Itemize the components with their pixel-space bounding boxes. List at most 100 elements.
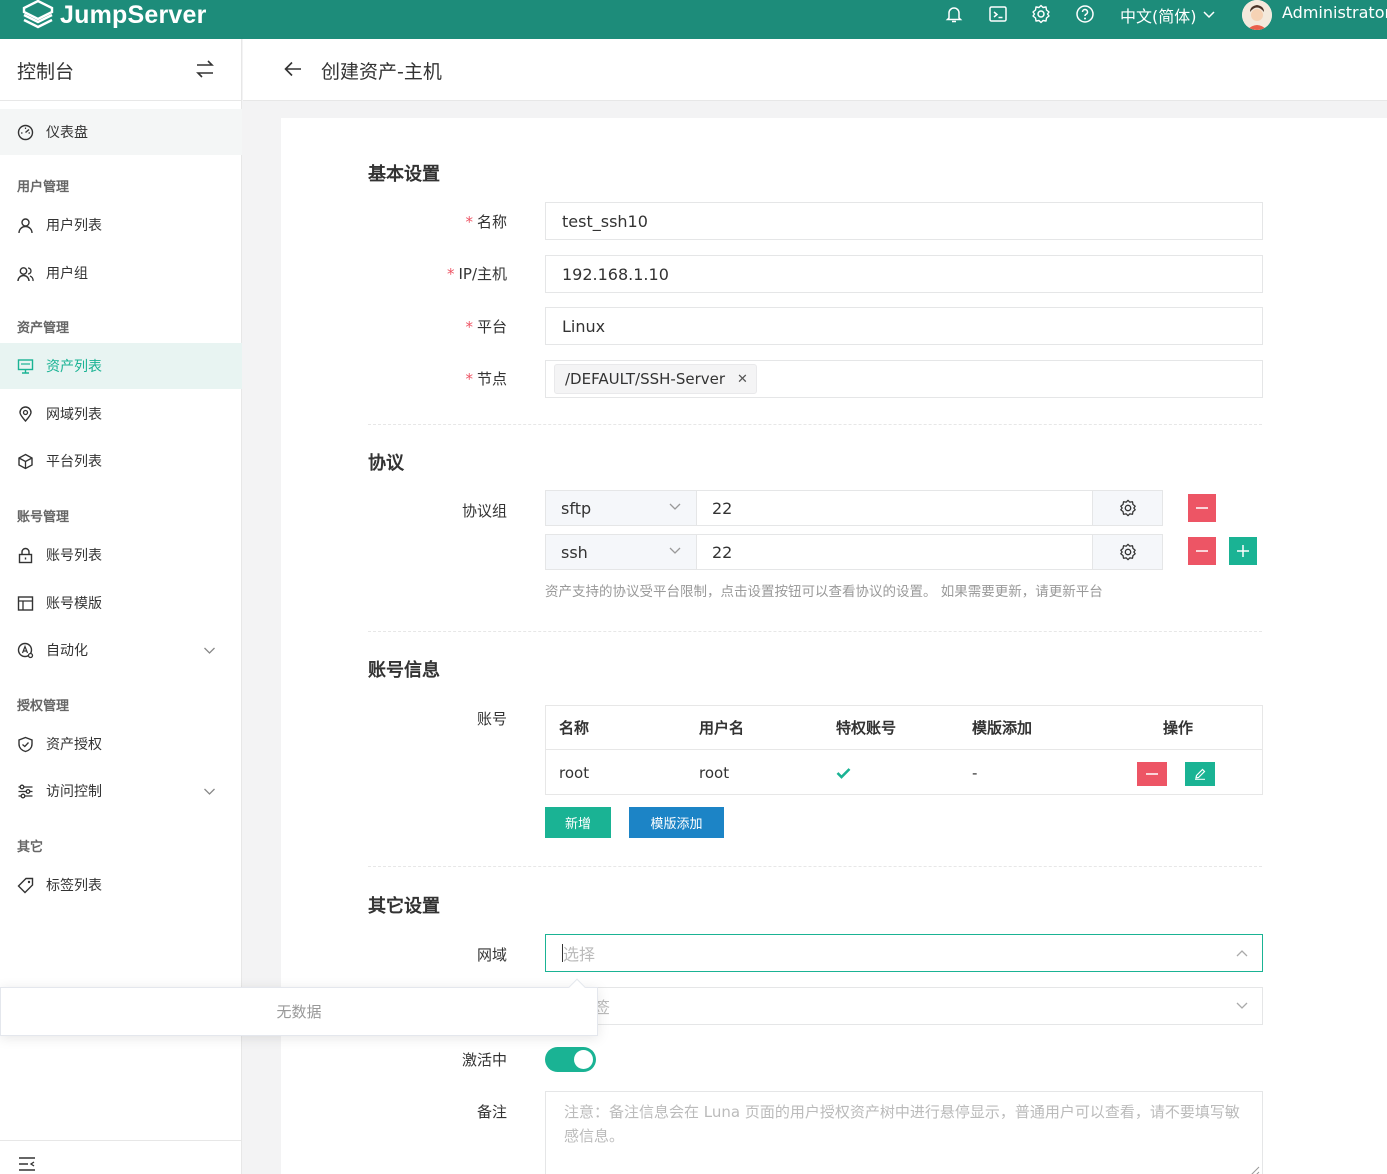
close-icon[interactable]: ✕	[737, 372, 748, 387]
sidebar-item-asset-perm[interactable]: 资产授权	[0, 721, 242, 767]
section-divider	[368, 631, 1262, 632]
delete-account-button[interactable]	[1137, 762, 1167, 786]
sidebar-item-automation[interactable]: 自动化	[0, 627, 242, 673]
sidebar-item-dashboard[interactable]: 仪表盘	[0, 109, 242, 155]
sidebar-item-label: 访问控制	[46, 784, 102, 800]
sidebar-item-label: 平台列表	[46, 454, 102, 470]
sidebar-item-platform-list[interactable]: 平台列表	[0, 438, 242, 484]
ip-label: * IP/主机	[446, 265, 507, 283]
sidebar-item-label: 用户列表	[46, 218, 102, 234]
name-input[interactable]: test_ssh10	[545, 202, 1263, 240]
chevron-up-icon	[1236, 950, 1248, 957]
platform-input[interactable]: Linux	[545, 307, 1263, 345]
sidebar-title: 控制台	[17, 61, 75, 83]
menu-collapse-icon[interactable]	[18, 1157, 36, 1171]
table-cell-name: root	[559, 764, 590, 782]
sidebar-item-user-list[interactable]: 用户列表	[0, 202, 242, 248]
sidebar-item-access-control[interactable]: 访问控制	[0, 768, 242, 814]
tag-icon	[17, 877, 34, 893]
sidebar-footer	[0, 1140, 242, 1174]
template-add-button[interactable]: 模版添加	[629, 807, 724, 838]
protocol-select[interactable]: sftp	[546, 491, 697, 525]
sidebar-group-other: 其它	[17, 840, 44, 855]
table-cell-template: -	[972, 764, 978, 782]
page-title: 创建资产-主机	[321, 61, 442, 83]
dropdown-empty-text: 无数据	[276, 1003, 322, 1021]
filter-icon	[18, 784, 33, 798]
avatar[interactable]	[1242, 0, 1272, 30]
logo[interactable]: JumpServer	[22, 0, 207, 30]
arrow-left-icon[interactable]	[283, 59, 303, 79]
column-header: 用户名	[699, 719, 745, 737]
name-label: * 名称	[465, 213, 507, 231]
domain-dropdown: 无数据	[0, 978, 598, 1036]
active-label: 激活中	[461, 1051, 507, 1069]
shield-icon	[18, 736, 33, 752]
column-header: 特权账号	[836, 719, 897, 737]
language-selector[interactable]: 中文(简体)	[1120, 3, 1215, 27]
ip-input[interactable]: 192.168.1.10	[545, 255, 1263, 293]
protocol-select[interactable]: ssh	[546, 535, 697, 569]
bell-icon[interactable]	[944, 4, 964, 24]
sidebar-group-users: 用户管理	[17, 180, 70, 195]
logo-text: JumpServer	[60, 0, 207, 29]
sidebar-item-label: 账号模版	[46, 596, 102, 612]
section-divider	[368, 424, 1262, 425]
sidebar-item-label: 用户组	[46, 266, 88, 282]
comment-placeholder: 注意：备注信息会在 Luna 页面的用户授权资产树中进行悬停显示，普通用户可以查…	[564, 1103, 1240, 1145]
labels-select[interactable]: 择标签	[545, 987, 1263, 1025]
column-header: 操作	[1163, 719, 1194, 737]
remove-protocol-button[interactable]	[1188, 494, 1216, 522]
user-name[interactable]: Administrator	[1282, 3, 1387, 22]
gear-icon	[1119, 543, 1136, 561]
section-title-other: 其它设置	[368, 896, 440, 917]
chevron-down-icon	[1236, 1002, 1248, 1009]
user-group-icon	[17, 266, 34, 281]
resize-handle-icon[interactable]	[1246, 1164, 1260, 1174]
port-input[interactable]: 22	[697, 535, 1092, 569]
user-avatar-icon	[1242, 0, 1272, 30]
protocol-row: sftp 22	[545, 490, 1163, 526]
protocol-settings-button[interactable]	[1092, 491, 1162, 525]
monitor-icon	[17, 358, 34, 374]
add-protocol-button[interactable]	[1229, 537, 1257, 565]
edit-icon	[1195, 768, 1206, 780]
chevron-down-icon	[204, 788, 215, 795]
protocol-settings-button[interactable]	[1092, 535, 1162, 569]
cube-icon	[18, 453, 33, 469]
sidebar-item-domain-list[interactable]: 网域列表	[0, 391, 242, 437]
comment-textarea[interactable]: 注意：备注信息会在 Luna 页面的用户授权资产树中进行悬停显示，普通用户可以查…	[545, 1091, 1263, 1174]
remove-protocol-button[interactable]	[1188, 537, 1216, 565]
node-select[interactable]: /DEFAULT/SSH-Server ✕	[545, 360, 1263, 398]
sidebar-item-asset-list[interactable]: 资产列表	[0, 343, 242, 389]
active-toggle[interactable]	[545, 1047, 596, 1072]
sidebar-item-label-list[interactable]: 标签列表	[0, 862, 242, 908]
sidebar-group-perms: 授权管理	[17, 699, 70, 714]
help-icon[interactable]	[1075, 4, 1095, 24]
sidebar-item-user-group[interactable]: 用户组	[0, 250, 242, 296]
sidebar-group-accounts: 账号管理	[17, 510, 70, 525]
comment-label: 备注	[476, 1103, 507, 1121]
sidebar-item-label: 自动化	[46, 643, 88, 659]
table-divider	[546, 749, 1262, 750]
chevron-down-icon	[204, 647, 215, 654]
jumpserver-logo-icon	[22, 0, 54, 29]
settings-icon[interactable]	[1031, 4, 1051, 24]
template-icon	[17, 595, 34, 611]
sidebar-group-assets: 资产管理	[17, 321, 70, 336]
column-header: 模版添加	[972, 719, 1033, 737]
switch-view-icon[interactable]	[195, 59, 215, 79]
terminal-icon[interactable]	[988, 4, 1008, 24]
sidebar-item-account-template[interactable]: 账号模版	[0, 580, 242, 626]
domain-select[interactable]: 选择	[545, 934, 1263, 972]
sidebar-item-label: 资产列表	[46, 359, 102, 375]
node-tag-label: /DEFAULT/SSH-Server	[565, 370, 726, 388]
port-input[interactable]: 22	[697, 491, 1092, 525]
domain-label: 网域	[476, 946, 507, 964]
minus-icon	[1146, 773, 1158, 775]
sidebar-item-label: 账号列表	[46, 548, 102, 564]
edit-account-button[interactable]	[1185, 762, 1215, 786]
add-account-button[interactable]: 新增	[545, 807, 611, 838]
sidebar-item-account-list[interactable]: 账号列表	[0, 532, 242, 578]
sidebar-header: 控制台	[0, 39, 241, 101]
